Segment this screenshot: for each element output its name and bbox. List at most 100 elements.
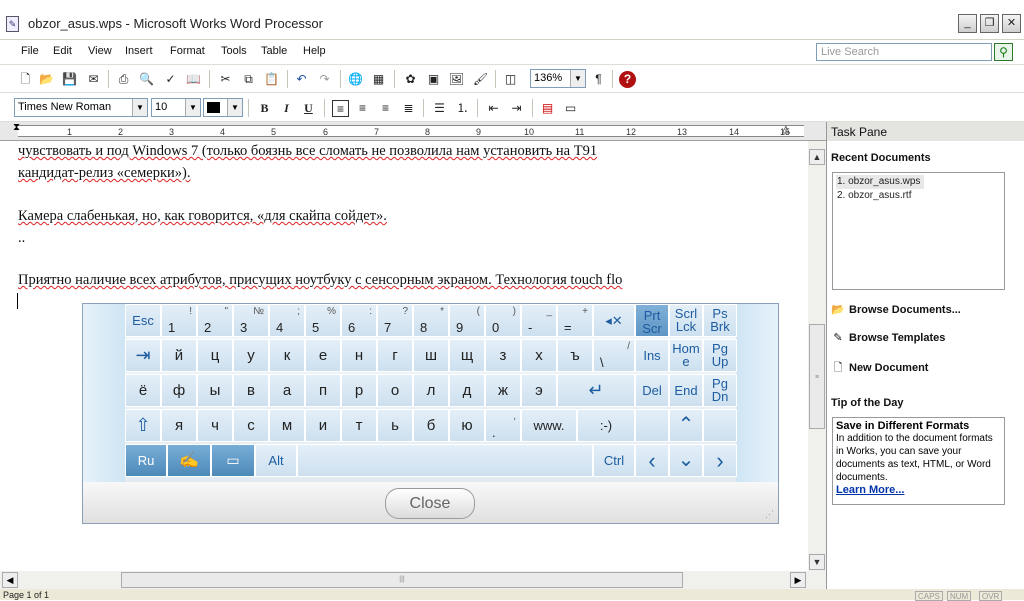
new-icon[interactable]: 🗋: [17, 71, 34, 88]
key-letter[interactable]: т: [341, 409, 377, 442]
vertical-scrollbar[interactable]: ▲ ≡ ▼: [808, 141, 826, 571]
key-equals[interactable]: + =: [557, 304, 593, 337]
justify-icon[interactable]: ≣: [400, 100, 417, 117]
columns-icon[interactable]: ◫: [502, 71, 519, 88]
key-letter[interactable]: х: [521, 339, 557, 372]
print-preview-icon[interactable]: 🔍: [138, 71, 155, 88]
right-indent-marker[interactable]: △: [782, 124, 790, 135]
recent-document-item[interactable]: 2. obzor_asus.rtf: [833, 189, 1004, 203]
menu-help[interactable]: Help: [303, 45, 326, 57]
key-letter[interactable]: д: [449, 374, 485, 407]
key-letter[interactable]: щ: [449, 339, 485, 372]
undo-icon[interactable]: ↶: [293, 71, 310, 88]
key-backspace[interactable]: ◂✕: [593, 304, 635, 337]
underline-button[interactable]: U: [300, 100, 317, 117]
picture-icon[interactable]: 🖼: [448, 71, 465, 88]
key-letter[interactable]: ё: [125, 374, 161, 407]
show-formatting-icon[interactable]: ¶: [590, 71, 607, 88]
learn-more-link[interactable]: Learn More...: [833, 484, 1004, 496]
key-letter[interactable]: а: [269, 374, 305, 407]
close-window-button[interactable]: ✕: [1002, 14, 1021, 33]
align-center-icon[interactable]: ≡: [354, 100, 371, 117]
key-letter[interactable]: ь: [377, 409, 413, 442]
key-enter[interactable]: ↵: [557, 374, 635, 407]
menu-edit[interactable]: Edit: [53, 45, 72, 57]
highlight-icon[interactable]: ▤: [539, 100, 556, 117]
scroll-down-icon[interactable]: ▼: [809, 554, 825, 570]
copy-icon[interactable]: ⧉: [240, 71, 257, 88]
key-letter[interactable]: ю: [449, 409, 485, 442]
italic-button[interactable]: I: [278, 100, 295, 117]
key-blank[interactable]: [703, 409, 737, 442]
key-blank[interactable]: [635, 409, 669, 442]
help-icon[interactable]: ?: [619, 71, 636, 88]
key-letter[interactable]: з: [485, 339, 521, 372]
key-letter[interactable]: г: [377, 339, 413, 372]
key-0[interactable]: ) 0: [485, 304, 521, 337]
key-letter[interactable]: п: [305, 374, 341, 407]
cut-icon[interactable]: ✂: [217, 71, 234, 88]
key-psbrk[interactable]: Ps Brk: [703, 304, 737, 337]
scroll-thumb[interactable]: ≡: [809, 324, 825, 429]
key-letter[interactable]: ч: [197, 409, 233, 442]
key-shift[interactable]: ⇧: [125, 409, 161, 442]
horizontal-scrollbar[interactable]: ◀ ||| ▶: [0, 571, 826, 589]
key-www[interactable]: www.: [521, 409, 577, 442]
hyperlink-icon[interactable]: 🌐: [347, 71, 364, 88]
align-left-icon[interactable]: ≡: [332, 100, 349, 117]
key-6[interactable]: :6: [341, 304, 377, 337]
font-color-select[interactable]: ▼: [203, 98, 243, 117]
key-up-arrow[interactable]: ⌃: [669, 409, 703, 442]
key-letter[interactable]: л: [413, 374, 449, 407]
bold-button[interactable]: B: [256, 100, 273, 117]
spelling-icon[interactable]: ✓: [162, 71, 179, 88]
menu-view[interactable]: View: [88, 45, 112, 57]
key-letter[interactable]: в: [233, 374, 269, 407]
scroll-thumb[interactable]: |||: [121, 572, 683, 588]
borders-icon[interactable]: ▭: [562, 100, 579, 117]
key-left-arrow[interactable]: ‹: [635, 444, 669, 477]
key-alt[interactable]: Alt: [255, 444, 297, 477]
key-5[interactable]: % 5: [305, 304, 341, 337]
image-icon[interactable]: ▣: [425, 71, 442, 88]
search-icon[interactable]: ⚲: [994, 43, 1013, 61]
key-letter[interactable]: м: [269, 409, 305, 442]
key-letter[interactable]: о: [377, 374, 413, 407]
key-esc[interactable]: Esc: [125, 304, 161, 337]
menu-tools[interactable]: Tools: [221, 45, 247, 57]
zoom-select[interactable]: 136% ▼: [530, 69, 586, 88]
key-letter[interactable]: ш: [413, 339, 449, 372]
indent-marker[interactable]: ⧗: [13, 122, 20, 133]
key-ctrl[interactable]: Ctrl: [593, 444, 635, 477]
key-letter[interactable]: ф: [161, 374, 197, 407]
new-document-link[interactable]: 🗋 New Document: [831, 359, 929, 378]
key-letter[interactable]: ж: [485, 374, 521, 407]
key-letter[interactable]: ы: [197, 374, 233, 407]
redo-icon[interactable]: ↷: [316, 71, 333, 88]
key-9[interactable]: (9: [449, 304, 485, 337]
key-backslash[interactable]: / \: [593, 339, 635, 372]
restore-button[interactable]: ❐: [980, 14, 999, 33]
menu-insert[interactable]: Insert: [125, 45, 153, 57]
key-letter[interactable]: й: [161, 339, 197, 372]
key-1[interactable]: ! 1: [161, 304, 197, 337]
menu-file[interactable]: File: [21, 45, 39, 57]
key-letter[interactable]: у: [233, 339, 269, 372]
open-icon[interactable]: 📂: [38, 71, 55, 88]
key-letter[interactable]: б: [413, 409, 449, 442]
scroll-up-icon[interactable]: ▲: [809, 149, 825, 165]
key-7[interactable]: ? 7: [377, 304, 413, 337]
minimize-button[interactable]: _: [958, 14, 977, 33]
key-pgup[interactable]: Pg Up: [703, 339, 737, 372]
keyboard-close-button[interactable]: Close: [385, 488, 475, 519]
key-minus[interactable]: _ -: [521, 304, 557, 337]
key-letter[interactable]: с: [233, 409, 269, 442]
increase-indent-icon[interactable]: ⇥: [508, 100, 525, 117]
save-icon[interactable]: 💾: [61, 71, 78, 88]
key-letter[interactable]: э: [521, 374, 557, 407]
paint-icon[interactable]: 🖌: [472, 71, 489, 88]
key-4[interactable]: ; 4: [269, 304, 305, 337]
key-down-arrow[interactable]: ⌄: [669, 444, 703, 477]
key-space[interactable]: [297, 444, 593, 477]
key-2[interactable]: " 2: [197, 304, 233, 337]
